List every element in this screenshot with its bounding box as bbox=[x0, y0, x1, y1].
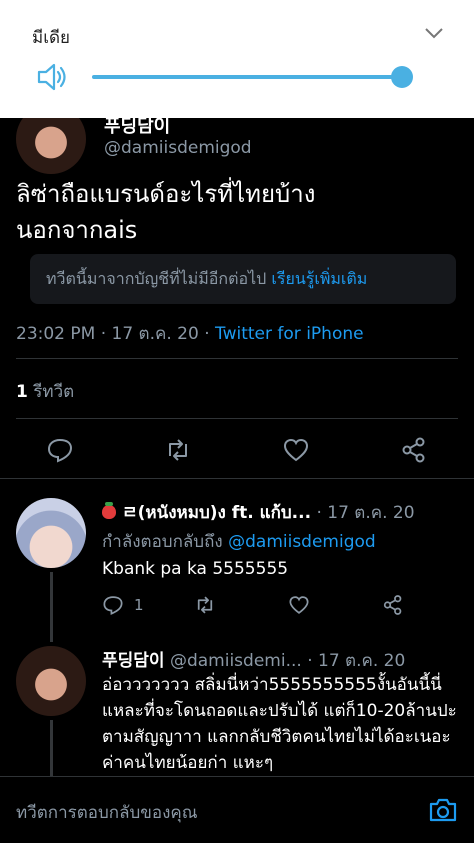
reply-text: อ่อววววววว สลิ่มนี่หว่า5555555555งั้นอัน… bbox=[102, 675, 457, 773]
media-volume-panel: มีเดีย bbox=[0, 0, 474, 118]
share-icon[interactable] bbox=[400, 436, 428, 464]
replying-to-mention[interactable]: @damiisdemigod bbox=[228, 532, 376, 552]
share-icon[interactable] bbox=[382, 594, 404, 616]
retweet-icon[interactable] bbox=[194, 594, 216, 616]
reply-header: ㄹ(หนังหมบ)ง ft. แก้บ... · 17 ต.ค. 20 bbox=[102, 498, 415, 526]
volume-slider-track[interactable] bbox=[92, 75, 402, 79]
speaker-icon[interactable] bbox=[36, 62, 70, 92]
reply-text: Kbank pa ka 5555555 bbox=[102, 559, 289, 579]
divider bbox=[16, 358, 458, 359]
tweet-client-link[interactable]: Twitter for iPhone bbox=[215, 324, 364, 344]
tweet-text-line2: นอกจากais bbox=[16, 216, 138, 244]
reply-author-handle[interactable]: @damiisdemi... bbox=[165, 651, 302, 671]
reply-count: 1 bbox=[134, 596, 144, 614]
camera-icon[interactable] bbox=[428, 797, 458, 823]
reply-author-name[interactable]: ㄹ(หนังหมบ)ง ft. แก้บ... bbox=[122, 503, 311, 523]
notice-text: ทวีตนี้มาจากบัญชีที่ไม่มีอีกต่อไป bbox=[46, 269, 267, 288]
replying-to-label: กำลังตอบกลับถึง bbox=[102, 532, 229, 552]
compose-reply-bar[interactable]: ทวีตการตอบกลับของคุณ bbox=[0, 776, 474, 843]
chevron-down-icon[interactable] bbox=[424, 26, 444, 40]
author-handle[interactable]: @damiisdemigod bbox=[104, 138, 252, 158]
media-panel-title: มีเดีย bbox=[32, 28, 71, 48]
like-icon[interactable] bbox=[282, 436, 310, 464]
unavailable-account-notice: ทวีตนี้มาจากบัญชีที่ไม่มีอีกต่อไป เรียนร… bbox=[30, 254, 456, 304]
reply-avatar[interactable] bbox=[16, 646, 86, 716]
volume-slider-thumb[interactable] bbox=[391, 66, 413, 88]
reply-avatar[interactable] bbox=[16, 498, 86, 568]
thread-line bbox=[50, 720, 53, 776]
thread-line bbox=[50, 572, 53, 642]
reply-icon[interactable] bbox=[46, 436, 74, 464]
reply-icon[interactable] bbox=[102, 594, 124, 616]
reply-date: · 17 ต.ค. 20 bbox=[301, 651, 406, 671]
compose-placeholder[interactable]: ทวีตการตอบกลับของคุณ bbox=[16, 799, 198, 826]
reply-date: · 17 ต.ค. 20 bbox=[311, 503, 415, 523]
retweet-count: 1 bbox=[16, 382, 28, 402]
tweet-meta: 23:02 PM · 17 ต.ค. 20 · Twitter for iPho… bbox=[16, 320, 364, 347]
tweet-text: ลิซ่าถือแบรนด์อะไรที่ไทยบ้าง นอกจากais bbox=[16, 176, 456, 248]
learn-more-link[interactable]: เรียนรู้เพิ่มเติม bbox=[271, 269, 367, 288]
tweet-timestamp: 23:02 PM · 17 ต.ค. 20 · bbox=[16, 324, 216, 344]
like-icon[interactable] bbox=[288, 594, 310, 616]
reply-header: 푸딩담이 @damiisdemi... · 17 ต.ค. 20 bbox=[102, 646, 405, 674]
strawberry-icon bbox=[102, 502, 116, 519]
divider bbox=[16, 418, 458, 419]
retweet-icon[interactable] bbox=[164, 436, 192, 464]
divider bbox=[0, 478, 474, 479]
retweet-label: รีทวีต bbox=[27, 382, 75, 402]
retweet-stats[interactable]: 1 รีทวีต bbox=[16, 378, 74, 405]
replying-to: กำลังตอบกลับถึง @damiisdemigod bbox=[102, 528, 376, 555]
reply-author-name[interactable]: 푸딩담이 bbox=[102, 651, 165, 671]
tweet-text-line1: ลิซ่าถือแบรนด์อะไรที่ไทยบ้าง bbox=[16, 180, 316, 208]
